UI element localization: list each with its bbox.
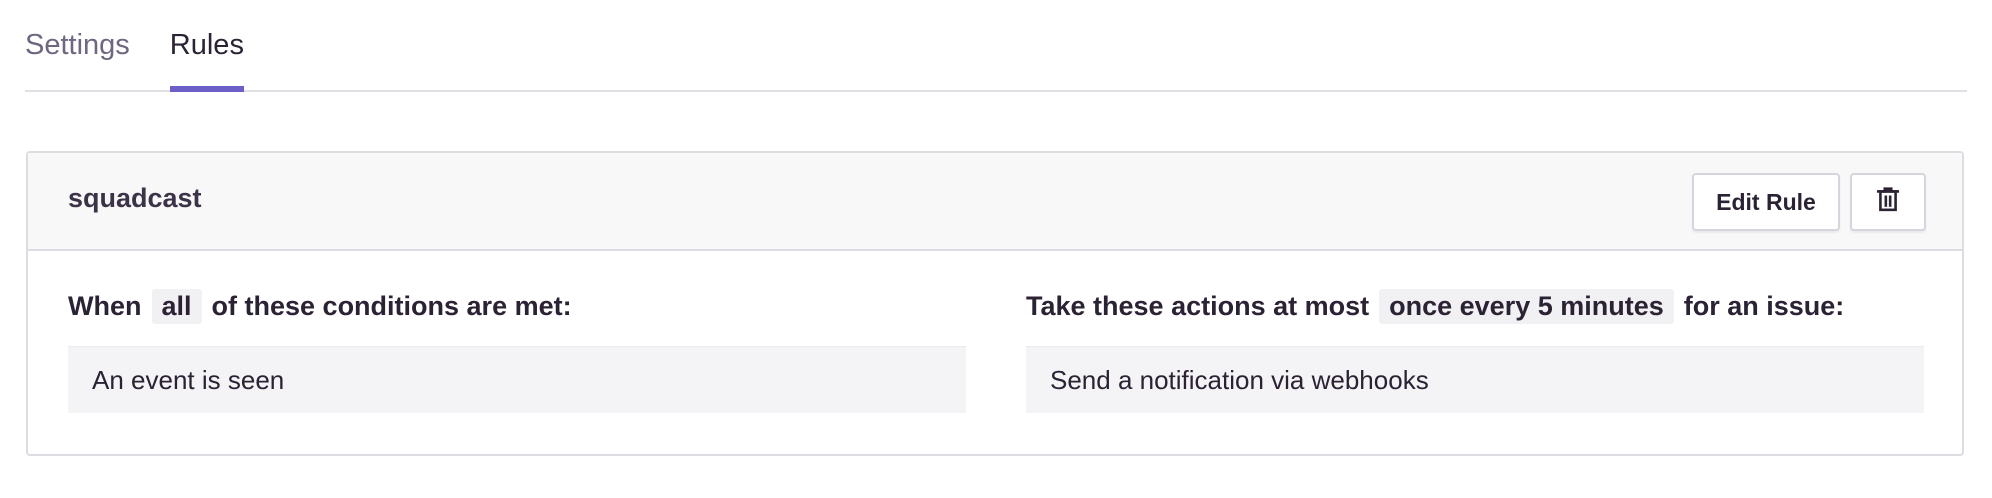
tab-rules-label: Rules bbox=[169, 28, 244, 61]
actions-heading: Take these actions at most once every 5 … bbox=[1026, 289, 1844, 324]
condition-match-badge: all bbox=[151, 289, 202, 324]
action-item-label: Send a notification via webhooks bbox=[1050, 364, 1429, 395]
actions-suffix: for an issue: bbox=[1683, 291, 1845, 321]
action-frequency-badge: once every 5 minutes bbox=[1379, 289, 1674, 324]
conditions-suffix: of these conditions are met: bbox=[211, 291, 572, 321]
delete-rule-button[interactable] bbox=[1850, 173, 1926, 231]
action-item: Send a notification via webhooks bbox=[1026, 346, 1924, 413]
tab-bar: Settings Rules bbox=[25, 0, 1967, 92]
rule-name: squadcast bbox=[68, 183, 202, 213]
rule-card: squadcast Edit Rule When all of these co… bbox=[26, 151, 1964, 456]
trash-icon bbox=[1875, 186, 1901, 218]
rules-page: Settings Rules squadcast Edit Rule When … bbox=[0, 0, 1992, 498]
actions-prefix: Take these actions at most bbox=[1026, 291, 1370, 321]
tab-settings-label: Settings bbox=[25, 28, 130, 61]
rule-card-body: When all of these conditions are met: An… bbox=[28, 251, 1962, 454]
edit-rule-button[interactable]: Edit Rule bbox=[1692, 173, 1840, 231]
tab-rules[interactable]: Rules bbox=[169, 0, 245, 92]
tab-settings[interactable]: Settings bbox=[25, 0, 130, 90]
condition-item: An event is seen bbox=[68, 346, 966, 413]
condition-item-label: An event is seen bbox=[92, 364, 285, 395]
rule-card-header: squadcast Edit Rule bbox=[28, 153, 1962, 251]
conditions-prefix: When bbox=[68, 291, 142, 321]
conditions-heading: When all of these conditions are met: bbox=[68, 289, 572, 324]
